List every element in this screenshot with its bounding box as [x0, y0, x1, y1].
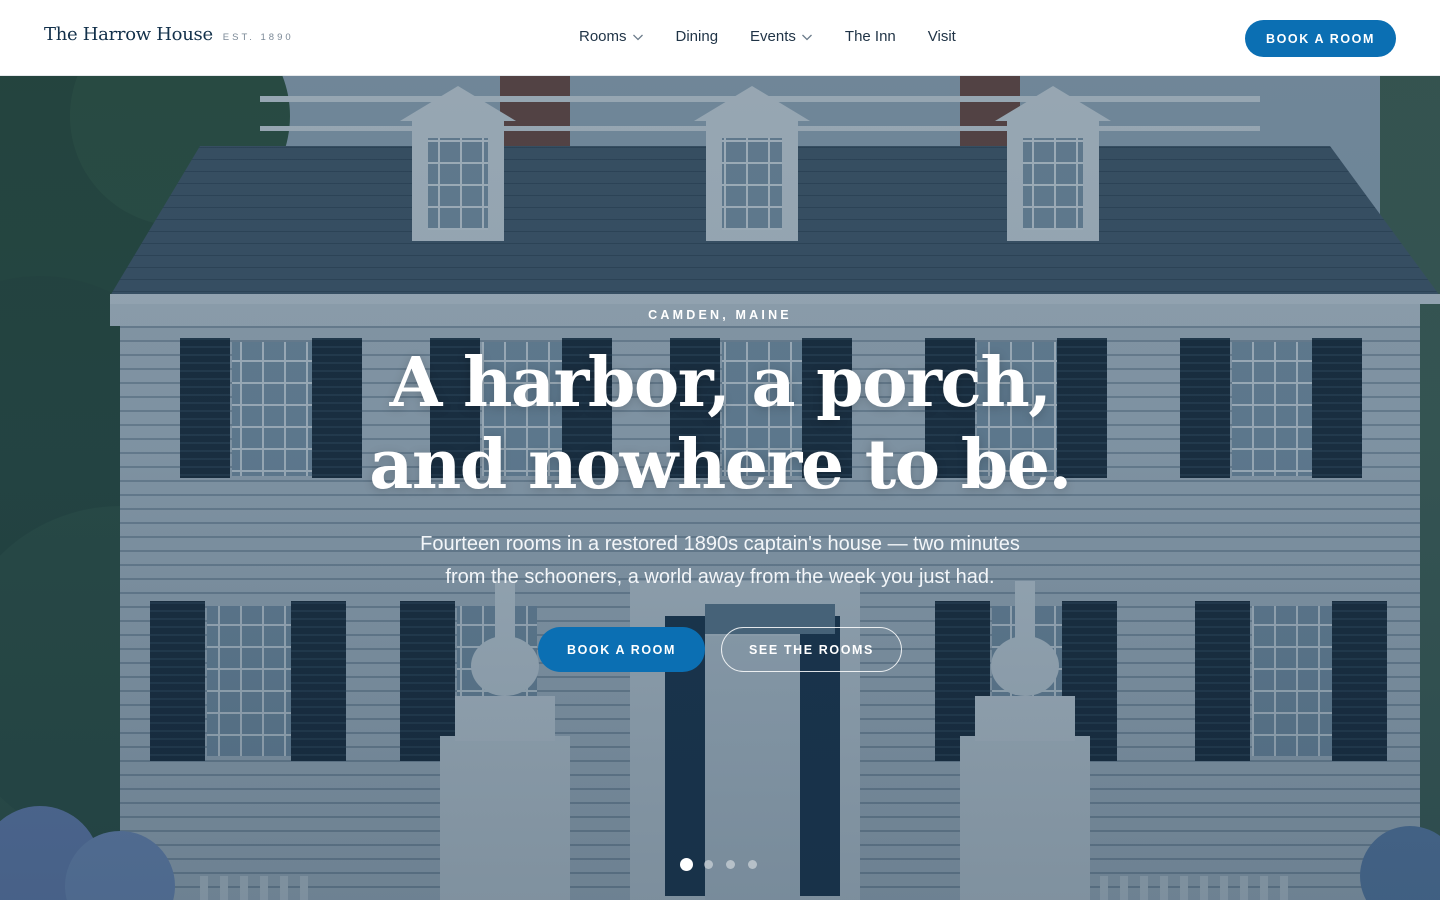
hero-subcopy-line: from the schooners, a world away from th… — [445, 566, 995, 588]
site-header: The Harrow House EST. 1890 Rooms Dining … — [0, 0, 1440, 76]
nav-item-label: The Inn — [844, 28, 896, 45]
nav-item-label: Events — [750, 28, 796, 45]
nav-item-the-inn[interactable]: The Inn — [845, 28, 896, 45]
nav-item-label: Rooms — [579, 28, 627, 45]
slide-dot-4[interactable] — [748, 860, 757, 869]
slide-dot-3[interactable] — [726, 860, 735, 869]
hero-headline: A harbor, a porch, and nowhere to be. — [0, 342, 1440, 506]
see-rooms-button[interactable]: SEE THE ROOMS — [721, 627, 902, 672]
brand-established: EST. 1890 — [222, 32, 294, 43]
nav-item-dining[interactable]: Dining — [676, 28, 719, 45]
hero-headline-line: and nowhere to be. — [369, 425, 1072, 505]
hero-subcopy: Fourteen rooms in a restored 1890s capta… — [0, 528, 1440, 594]
hero-headline-line: A harbor, a porch, — [389, 343, 1052, 423]
chevron-down-icon — [801, 34, 812, 40]
slide-dot-1[interactable] — [680, 858, 693, 871]
nav-item-visit[interactable]: Visit — [928, 28, 956, 45]
nav-item-events[interactable]: Events — [750, 28, 813, 45]
main-nav: Rooms Dining Events The Inn Visit — [579, 28, 956, 45]
nav-item-rooms[interactable]: Rooms — [579, 28, 644, 45]
slide-indicator — [680, 858, 770, 871]
hero-eyebrow: CAMDEN, MAINE — [648, 308, 792, 322]
book-room-hero-button[interactable]: BOOK A ROOM — [538, 627, 705, 672]
brand-name: The Harrow House — [44, 24, 213, 45]
chevron-down-icon — [632, 34, 643, 40]
brand-logo[interactable]: The Harrow House EST. 1890 — [44, 24, 294, 45]
hero-cta-row: BOOK A ROOM SEE THE ROOMS — [538, 627, 902, 672]
hero-subcopy-line: Fourteen rooms in a restored 1890s capta… — [420, 533, 1020, 555]
slide-dot-2[interactable] — [704, 860, 713, 869]
hero-section: CAMDEN, MAINE A harbor, a porch, and now… — [0, 76, 1440, 900]
nav-item-label: Visit — [927, 28, 956, 45]
book-room-header-button[interactable]: BOOK A ROOM — [1245, 20, 1396, 57]
nav-item-label: Dining — [675, 28, 719, 45]
